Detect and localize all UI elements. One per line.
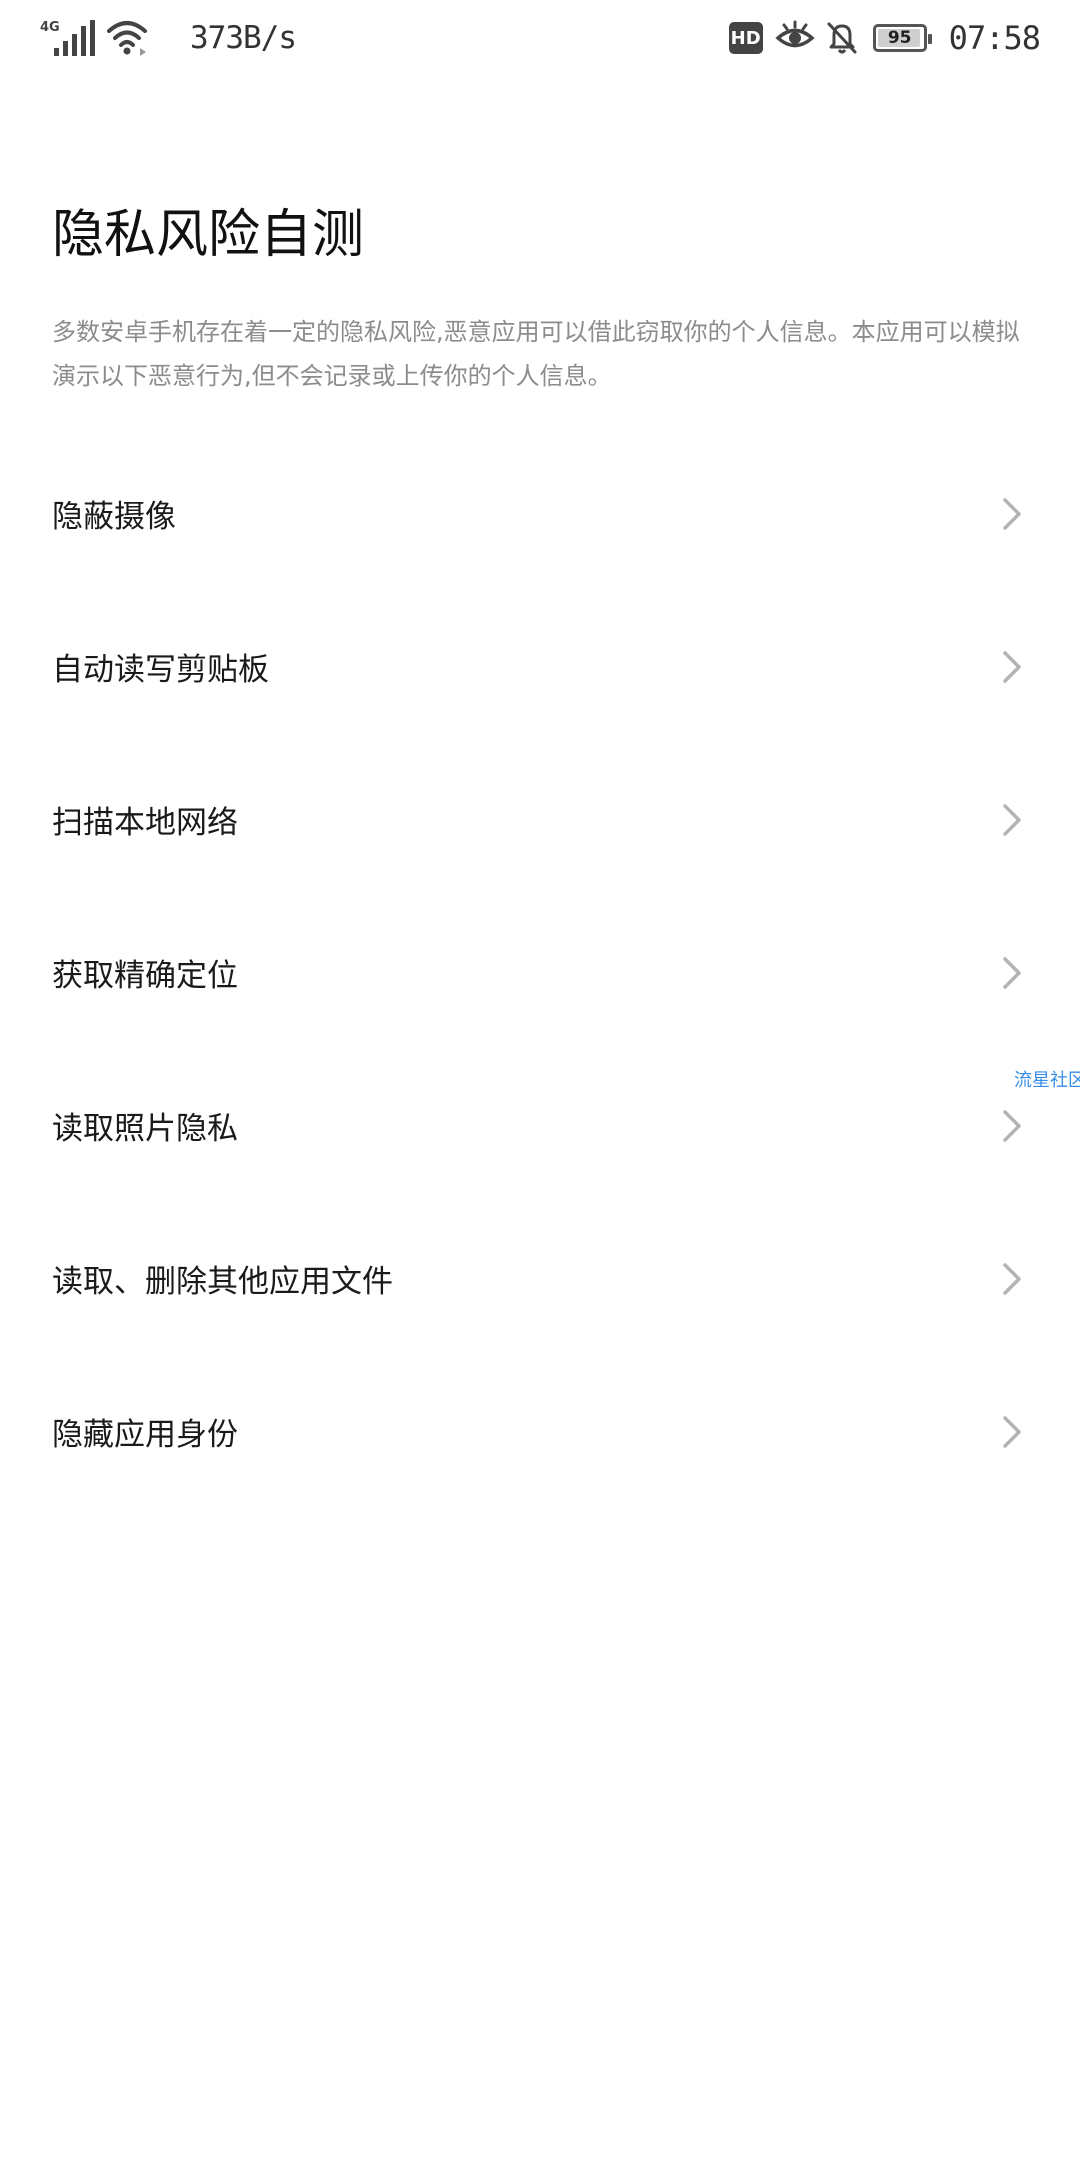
chevron-right-icon	[1003, 1415, 1021, 1448]
menu-item-hidden-camera[interactable]: 隐蔽摄像	[0, 437, 1080, 590]
battery-level: 95	[887, 28, 912, 48]
signal-icon: 4G	[40, 20, 95, 56]
battery-icon: 95	[872, 24, 932, 52]
wifi-icon	[107, 21, 147, 56]
menu-list: 隐蔽摄像 自动读写剪贴板 扫描本地网络 获取精确定位 读取照片隐私 读取、删除其…	[0, 437, 1080, 1508]
clock: 07:58	[948, 19, 1041, 57]
menu-item-label: 读取照片隐私	[52, 1111, 238, 1147]
chevron-right-icon	[1003, 650, 1021, 683]
floating-community-tag[interactable]: 流星社区	[1014, 1066, 1080, 1092]
chevron-right-icon	[1003, 1109, 1021, 1142]
menu-item-photo-privacy[interactable]: 读取照片隐私	[0, 1049, 1080, 1202]
menu-item-label: 读取、删除其他应用文件	[52, 1264, 393, 1300]
menu-item-network-scan[interactable]: 扫描本地网络	[0, 743, 1080, 896]
svg-text:4G: 4G	[40, 20, 60, 35]
menu-item-label: 自动读写剪贴板	[52, 652, 269, 688]
menu-item-label: 扫描本地网络	[52, 805, 238, 841]
chevron-right-icon	[1003, 803, 1021, 836]
net-speed: 373B/s	[190, 20, 297, 56]
chevron-right-icon	[1003, 956, 1021, 989]
menu-item-clipboard[interactable]: 自动读写剪贴板	[0, 590, 1080, 743]
menu-item-label: 隐蔽摄像	[52, 499, 176, 535]
menu-item-other-app-files[interactable]: 读取、删除其他应用文件	[0, 1202, 1080, 1355]
page-title: 隐私风险自测	[52, 205, 365, 265]
bell-muted-icon	[827, 22, 857, 54]
chevron-right-icon	[1003, 1262, 1021, 1295]
hd-icon: HD	[728, 22, 763, 54]
chevron-right-icon	[1003, 497, 1021, 530]
eye-comfort-icon	[775, 20, 815, 48]
status-bar-right: HD 95 07:58	[728, 14, 1041, 62]
page-description: 多数安卓手机存在着一定的隐私风险,恶意应用可以借此窃取你的个人信息。本应用可以模…	[52, 318, 1020, 390]
status-bar-left: 4G 373B/s	[40, 14, 297, 62]
menu-item-label: 获取精确定位	[52, 958, 238, 994]
status-bar: 4G 373B/s HD 95 07:58	[0, 0, 1080, 76]
menu-item-precise-location[interactable]: 获取精确定位	[0, 896, 1080, 1049]
menu-item-label: 隐藏应用身份	[52, 1417, 238, 1453]
menu-item-hide-app-identity[interactable]: 隐藏应用身份	[0, 1355, 1080, 1508]
